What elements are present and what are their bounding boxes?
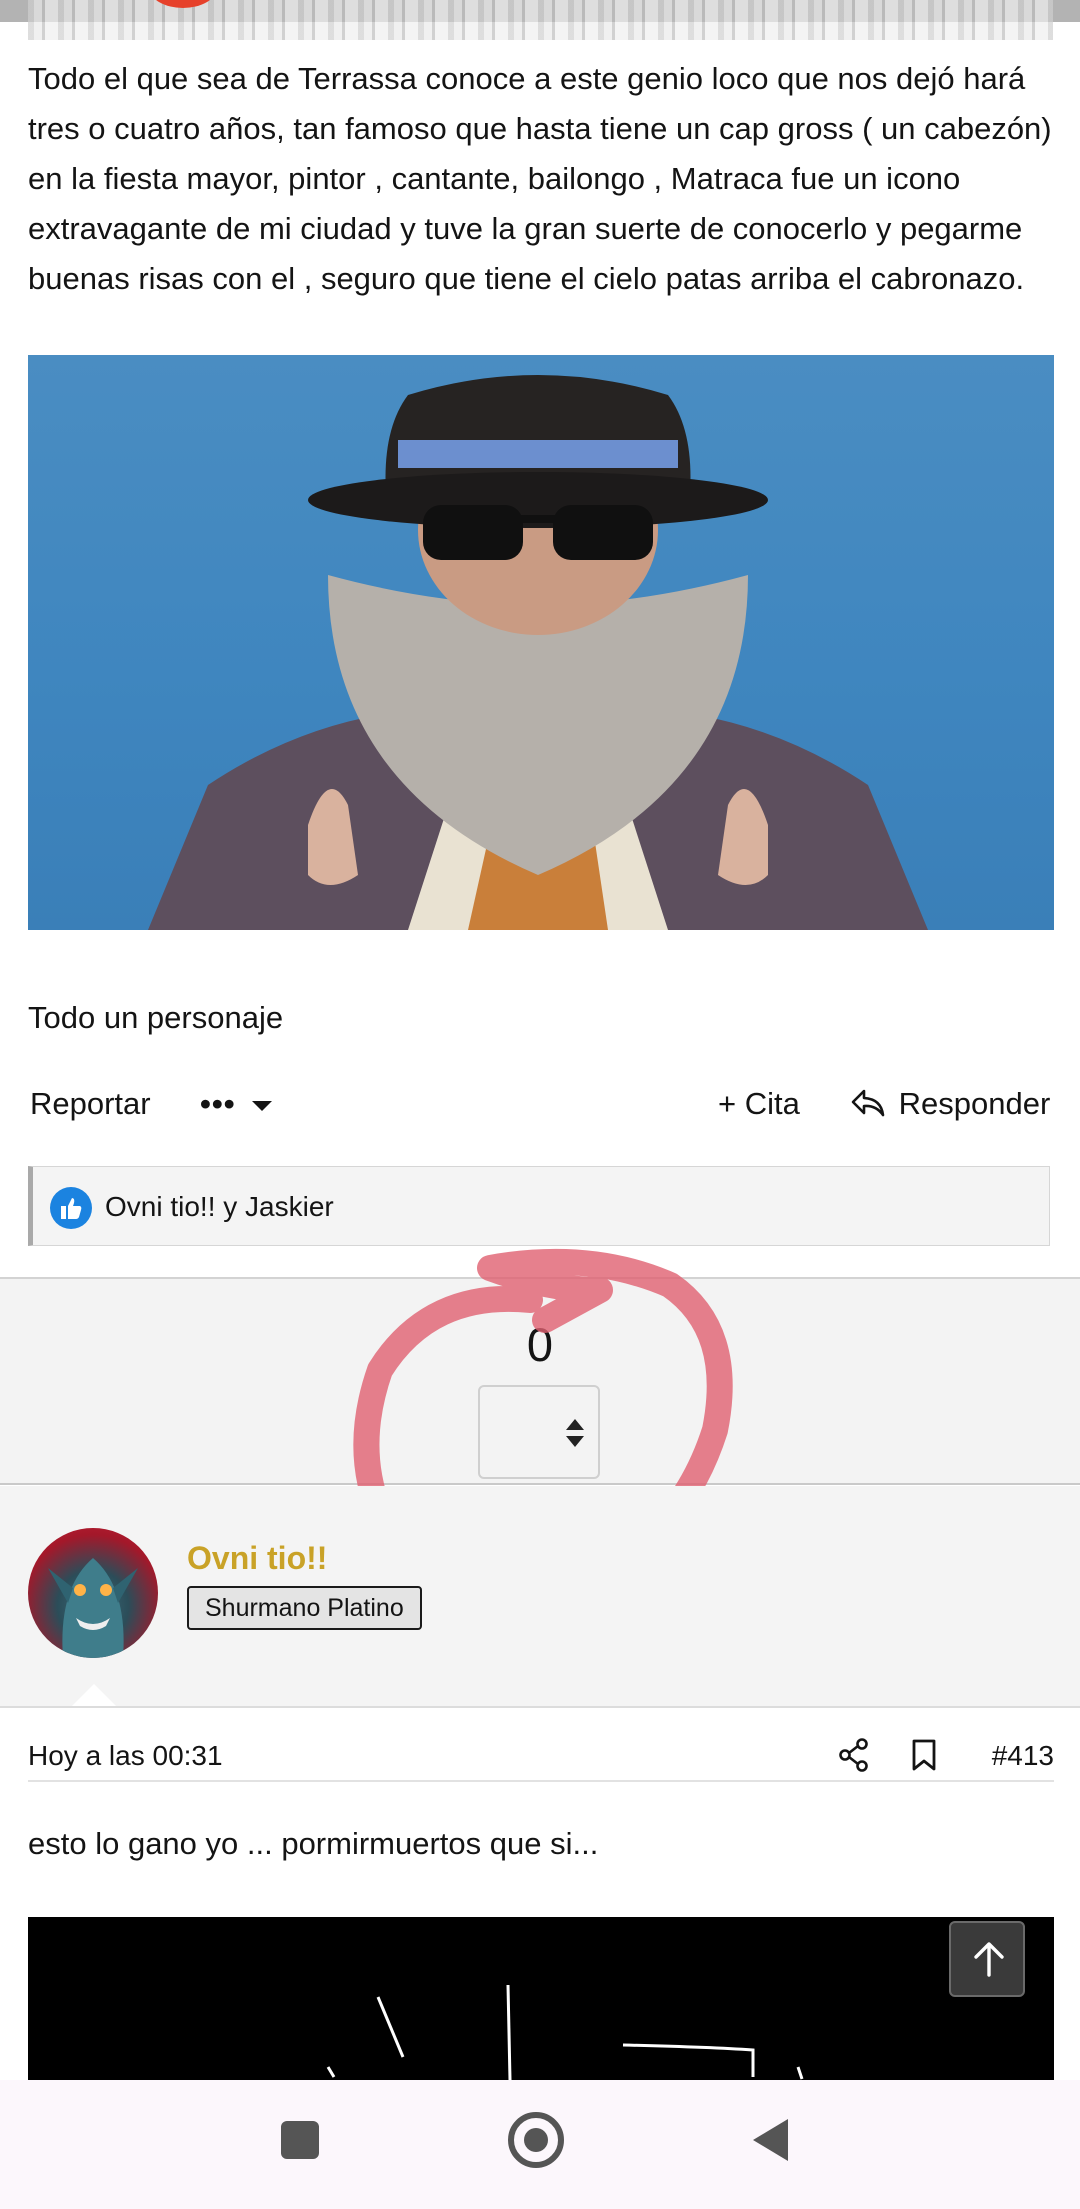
quote-button[interactable]: + Cita bbox=[718, 1080, 800, 1128]
home-button[interactable] bbox=[508, 2112, 564, 2168]
post-actions-bar: Reportar ••• + Cita Responder bbox=[28, 1080, 1054, 1128]
home-icon bbox=[524, 2128, 548, 2152]
post-caption: Todo un personaje bbox=[28, 1000, 284, 1035]
embedded-media[interactable] bbox=[28, 1917, 1054, 2080]
post-date[interactable]: Hoy a las 00:31 bbox=[28, 1736, 223, 1776]
avatar[interactable] bbox=[28, 1528, 158, 1658]
more-label: ••• bbox=[200, 1086, 236, 1121]
reply-button[interactable]: Responder bbox=[850, 1080, 1050, 1128]
more-actions-button[interactable]: ••• bbox=[200, 1080, 273, 1128]
previous-image-strip bbox=[0, 0, 1080, 40]
author-name[interactable]: Ovni tio!! bbox=[187, 1538, 327, 1578]
share-icon[interactable] bbox=[838, 1738, 870, 1772]
like-badge bbox=[50, 1187, 92, 1229]
scroll-to-top-button[interactable] bbox=[949, 1921, 1025, 1997]
back-icon bbox=[753, 2119, 788, 2161]
reply-arrow-icon bbox=[851, 1089, 885, 1117]
post-number[interactable]: #413 bbox=[992, 1736, 1054, 1776]
thumbs-up-icon bbox=[61, 1198, 82, 1219]
author-panel: Ovni tio!! Shurmano Platino bbox=[0, 1486, 1080, 1708]
bookmark-icon[interactable] bbox=[911, 1738, 937, 1772]
report-link[interactable]: Reportar bbox=[30, 1080, 151, 1128]
arrow-up-icon bbox=[974, 1942, 1004, 1977]
post-body-text: Todo el que sea de Terrassa conoce a est… bbox=[28, 61, 1052, 296]
recents-button[interactable] bbox=[281, 2121, 319, 2159]
reactions-users[interactable]: Ovni tio!! y Jaskier bbox=[105, 1187, 334, 1227]
user-title-badge: Shurmano Platino bbox=[187, 1586, 422, 1630]
reply-body-text: esto lo gano yo ... pormirmuertos que si… bbox=[28, 1826, 599, 1861]
post-image[interactable] bbox=[28, 355, 1054, 930]
post-meta: Hoy a las 00:31 #413 bbox=[28, 1732, 1054, 1782]
reply-label: Responder bbox=[898, 1086, 1051, 1121]
chevron-down-icon bbox=[252, 1100, 273, 1111]
system-nav-bar bbox=[0, 2080, 1080, 2209]
post-pointer bbox=[72, 1684, 116, 1706]
